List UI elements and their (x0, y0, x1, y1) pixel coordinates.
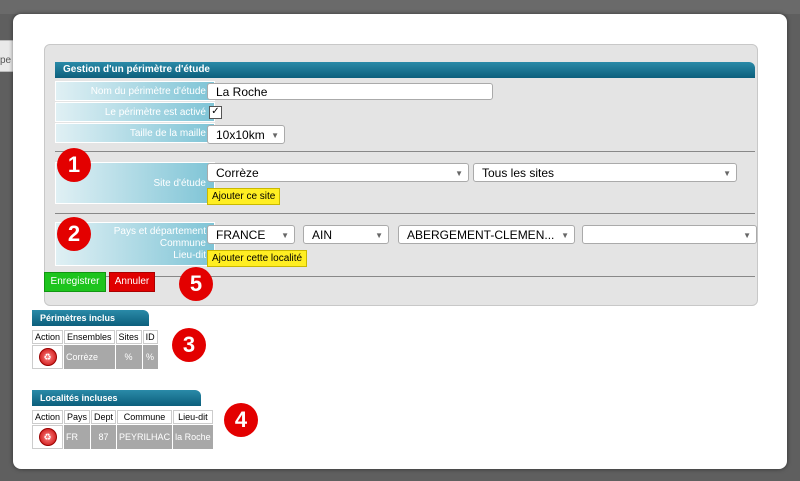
table-row: ♻ Corrèze % % (32, 345, 158, 369)
add-locality-button[interactable]: Ajouter cette localité (207, 250, 308, 267)
site-sites-select[interactable]: Tous les sites ▼ (473, 163, 737, 182)
column-header: Sites (115, 330, 142, 344)
chevron-down-icon: ▼ (455, 169, 463, 178)
department-select[interactable]: AIN ▼ (303, 225, 389, 244)
delete-icon[interactable]: ♻ (38, 348, 57, 366)
active-checkbox[interactable]: ✓ (209, 106, 222, 119)
add-site-button[interactable]: Ajouter ce site (207, 188, 281, 205)
badge-4: 4 (224, 403, 258, 437)
chevron-down-icon: ▼ (281, 231, 289, 240)
name-label: Nom du périmètre d'étude (55, 81, 215, 101)
background-strip (0, 0, 800, 14)
background-tab: pe (0, 40, 14, 72)
badge-2: 2 (57, 217, 91, 251)
column-header: Action (32, 410, 64, 424)
country-select[interactable]: FRANCE ▼ (207, 225, 295, 244)
column-header: Commune (117, 410, 173, 424)
perimetre-panel: Gestion d'un périmètre d'étude Nom du pé… (44, 44, 758, 306)
chevron-down-icon: ▼ (743, 231, 751, 240)
chevron-down-icon: ▼ (271, 131, 279, 140)
name-input[interactable]: La Roche (207, 83, 493, 100)
divider (55, 151, 755, 152)
perimetres-title: Périmètres inclus (32, 310, 149, 326)
column-header: Lieu-dit (173, 410, 213, 424)
delete-icon[interactable]: ♻ (38, 428, 57, 446)
column-header: ID (142, 330, 158, 344)
divider (55, 213, 755, 214)
lieudit-select[interactable]: ▼ (582, 225, 757, 244)
mesh-label: Taille de la maille (55, 123, 215, 143)
column-header: Pays (64, 410, 91, 424)
site-dept-select[interactable]: Corrèze ▼ (207, 163, 469, 182)
localites-title: Localités incluses (32, 390, 201, 406)
divider (55, 276, 755, 277)
modal-dialog: Gestion d'un périmètre d'étude Nom du pé… (13, 14, 787, 469)
chevron-down-icon: ▼ (723, 169, 731, 178)
mesh-select[interactable]: 10x10km ▼ (207, 125, 285, 144)
active-label: Le périmètre est activé (55, 102, 215, 122)
badge-5: 5 (179, 267, 213, 301)
column-header: Dept (91, 410, 117, 424)
panel-title: Gestion d'un périmètre d'étude (55, 62, 755, 78)
chevron-down-icon: ▼ (561, 231, 569, 240)
commune-select[interactable]: ABERGEMENT-CLEMEN... ▼ (398, 225, 575, 244)
save-button[interactable]: Enregistrer (44, 272, 106, 292)
table-row: ♻ FR 87 PEYRILHAC la Roche (32, 425, 213, 449)
cancel-button[interactable]: Annuler (109, 272, 155, 292)
badge-3: 3 (172, 328, 206, 362)
column-header: Ensembles (64, 330, 115, 344)
chevron-down-icon: ▼ (375, 231, 383, 240)
perimetres-table: Action Ensembles Sites ID ♻ Corrèze % % (31, 329, 159, 370)
column-header: Action (32, 330, 64, 344)
badge-1: 1 (57, 148, 91, 182)
localites-table: Action Pays Dept Commune Lieu-dit ♻ FR 8… (31, 409, 214, 450)
